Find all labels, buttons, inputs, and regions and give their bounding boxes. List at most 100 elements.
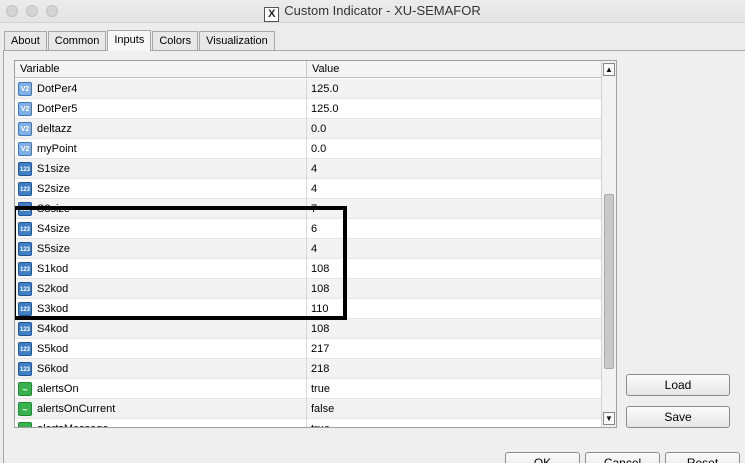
value-cell[interactable]: 4 bbox=[307, 179, 317, 199]
value-cell[interactable]: 7 bbox=[307, 199, 317, 219]
value-cell[interactable]: true bbox=[307, 379, 330, 399]
grid-rows: V2 DotPer4 125.0 V2 DotPer5 125.0 V2 deltazz 0.0… bbox=[15, 79, 603, 427]
variable-name: DotPer5 bbox=[37, 103, 78, 115]
variable-name: DotPer4 bbox=[37, 83, 78, 95]
variable-cell: 123 S4size bbox=[15, 219, 307, 239]
tab-common[interactable]: Common bbox=[47, 31, 107, 51]
variable-cell: 123 S5kod bbox=[15, 339, 307, 359]
table-row[interactable]: V2 DotPer4 125.0 bbox=[15, 79, 603, 99]
variable-cell: ~ alertsOnCurrent bbox=[15, 399, 307, 419]
boolean-icon: ~ bbox=[18, 422, 32, 427]
variable-cell: 123 S1kod bbox=[15, 259, 307, 279]
variable-name: S4size bbox=[37, 223, 71, 235]
variable-cell: 123 S2size bbox=[15, 179, 307, 199]
tab-inputs[interactable]: Inputs bbox=[107, 30, 152, 51]
variable-name: S1kod bbox=[37, 263, 69, 275]
value-cell[interactable]: 6 bbox=[307, 219, 317, 239]
integer-icon: 123 bbox=[18, 262, 32, 276]
value-cell[interactable]: 4 bbox=[307, 239, 317, 259]
table-row[interactable]: 123 S3size 7 bbox=[15, 199, 603, 219]
table-row[interactable]: 123 S4kod 108 bbox=[15, 319, 603, 339]
value-cell[interactable]: 108 bbox=[307, 259, 329, 279]
value-cell[interactable]: false bbox=[307, 399, 334, 419]
integer-icon: 123 bbox=[18, 242, 32, 256]
variable-name: deltazz bbox=[37, 123, 72, 135]
table-row[interactable]: 123 S2size 4 bbox=[15, 179, 603, 199]
variable-cell: ~ alertsOn bbox=[15, 379, 307, 399]
ok-button[interactable]: OK bbox=[505, 452, 580, 463]
column-header-variable[interactable]: Variable bbox=[15, 61, 307, 78]
value-cell[interactable]: 4 bbox=[307, 159, 317, 179]
table-row[interactable]: 123 S1size 4 bbox=[15, 159, 603, 179]
app-logo-icon: X bbox=[264, 7, 280, 22]
inputs-grid: Variable Value V2 DotPer4 125.0 V2 DotPer5 12… bbox=[14, 60, 617, 428]
table-row[interactable]: 123 S3kod 110 bbox=[15, 299, 603, 319]
variable-cell: 123 S5size bbox=[15, 239, 307, 259]
load-button[interactable]: Load bbox=[626, 374, 730, 396]
table-row[interactable]: ~ alertsOn true bbox=[15, 379, 603, 399]
scroll-down-arrow-icon[interactable]: ▼ bbox=[603, 412, 615, 425]
table-row[interactable]: 123 S1kod 108 bbox=[15, 259, 603, 279]
variable-cell: 123 S2kod bbox=[15, 279, 307, 299]
table-row[interactable]: 123 S5size 4 bbox=[15, 239, 603, 259]
variable-name: myPoint bbox=[37, 143, 77, 155]
variable-name: S5size bbox=[37, 243, 71, 255]
table-row[interactable]: 123 S5kod 217 bbox=[15, 339, 603, 359]
value-cell[interactable]: 125.0 bbox=[307, 99, 339, 119]
variable-cell: V2 myPoint bbox=[15, 139, 307, 159]
tab-colors[interactable]: Colors bbox=[152, 31, 199, 51]
variable-cell: V2 DotPer5 bbox=[15, 99, 307, 119]
grid-header: Variable Value bbox=[15, 61, 603, 78]
variable-name: S1size bbox=[37, 163, 71, 175]
integer-icon: 123 bbox=[18, 162, 32, 176]
scrollbar-thumb[interactable] bbox=[604, 194, 614, 369]
tab-visualization[interactable]: Visualization bbox=[199, 31, 275, 51]
variable-name: S3kod bbox=[37, 303, 69, 315]
integer-icon: 123 bbox=[18, 322, 32, 336]
table-row[interactable]: V2 DotPer5 125.0 bbox=[15, 99, 603, 119]
variable-name: S2size bbox=[37, 183, 71, 195]
table-row[interactable]: ~ alertsMessage true bbox=[15, 419, 603, 427]
value-cell[interactable]: 125.0 bbox=[307, 79, 339, 99]
value-cell[interactable]: 108 bbox=[307, 279, 329, 299]
table-row[interactable]: 123 S2kod 108 bbox=[15, 279, 603, 299]
value-cell[interactable]: 217 bbox=[307, 339, 329, 359]
variable-name: S6kod bbox=[37, 363, 69, 375]
variable-name: alertsOnCurrent bbox=[37, 403, 116, 415]
variable-name: alertsOn bbox=[37, 383, 79, 395]
variable-cell: 123 S3kod bbox=[15, 299, 307, 319]
double-value-icon: V2 bbox=[18, 82, 32, 96]
value-cell[interactable]: 218 bbox=[307, 359, 329, 379]
value-cell[interactable]: 110 bbox=[307, 299, 329, 319]
table-row[interactable]: 123 S4size 6 bbox=[15, 219, 603, 239]
table-row[interactable]: V2 myPoint 0.0 bbox=[15, 139, 603, 159]
title-bar: X Custom Indicator - XU-SEMAFOR bbox=[0, 0, 745, 23]
variable-cell: 123 S4kod bbox=[15, 319, 307, 339]
tab-about[interactable]: About bbox=[4, 31, 47, 51]
double-value-icon: V2 bbox=[18, 122, 32, 136]
integer-icon: 123 bbox=[18, 222, 32, 236]
variable-name: S3size bbox=[37, 203, 71, 215]
variable-cell: ~ alertsMessage bbox=[15, 419, 307, 427]
table-row[interactable]: V2 deltazz 0.0 bbox=[15, 119, 603, 139]
variable-cell: V2 DotPer4 bbox=[15, 79, 307, 99]
column-header-value[interactable]: Value bbox=[307, 61, 339, 78]
table-row[interactable]: 123 S6kod 218 bbox=[15, 359, 603, 379]
integer-icon: 123 bbox=[18, 282, 32, 296]
cancel-button[interactable]: Cancel bbox=[585, 452, 660, 463]
integer-icon: 123 bbox=[18, 202, 32, 216]
scroll-up-arrow-icon[interactable]: ▲ bbox=[603, 63, 615, 76]
variable-name: S5kod bbox=[37, 343, 69, 355]
reset-button[interactable]: Reset bbox=[665, 452, 740, 463]
table-row[interactable]: ~ alertsOnCurrent false bbox=[15, 399, 603, 419]
vertical-scrollbar[interactable]: ▲ ▼ bbox=[601, 61, 616, 427]
variable-name: S4kod bbox=[37, 323, 69, 335]
window-title: Custom Indicator - XU-SEMAFOR bbox=[284, 3, 481, 18]
value-cell[interactable]: true bbox=[307, 419, 330, 427]
variable-name: alertsMessage bbox=[37, 419, 109, 427]
value-cell[interactable]: 0.0 bbox=[307, 119, 326, 139]
value-cell[interactable]: 0.0 bbox=[307, 139, 326, 159]
save-button[interactable]: Save bbox=[626, 406, 730, 428]
integer-icon: 123 bbox=[18, 182, 32, 196]
value-cell[interactable]: 108 bbox=[307, 319, 329, 339]
